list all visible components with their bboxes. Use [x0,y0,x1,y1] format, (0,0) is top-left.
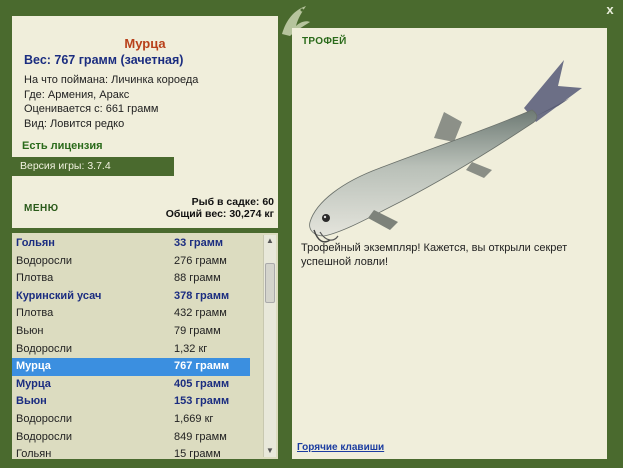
scroll-up-icon[interactable]: ▲ [264,235,276,247]
scroll-down-icon[interactable]: ▼ [264,445,276,457]
list-item[interactable]: Вьюн 153 грамм [12,393,250,411]
list-item-name: Мурца [16,360,51,373]
list-item-weight: 405 грамм [174,377,230,390]
list-item-weight: 79 грамм [174,325,221,337]
list-item-name: Водоросли [16,342,73,355]
list-item-name: Водоросли [16,254,73,267]
fish-image [309,60,582,243]
list-scrollbar[interactable]: ▲ ▼ [263,235,276,457]
list-item[interactable]: Водоросли 849 грамм [12,429,250,447]
list-item-weight: 378 грамм [174,289,230,302]
version-bar: Версия игры: 3.7.4 [12,157,174,176]
list-item-weight: 849 грамм [174,430,227,443]
hotkeys-link[interactable]: Горячие клавиши [297,442,384,453]
list-item-weight: 276 грамм [174,254,227,267]
catch-list: Гольян 33 грамм Водоросли 276 грамм Плотва 88… [12,233,278,459]
fish-details: На что поймана: Личинка короеда Где: Арм… [24,73,198,131]
list-item[interactable]: Плотва 88 грамм [12,270,250,288]
list-item-name: Плотва [16,307,54,320]
trophy-text: Трофейный экземпляр! Кажется, вы открыли… [301,242,568,268]
license-label: Есть лицензия [22,140,103,152]
list-item-weight: 153 грамм [174,395,230,408]
list-item[interactable]: Гольян 15 грамм [12,446,250,459]
close-button[interactable]: x [603,3,617,17]
list-item-name: Вьюн [16,395,47,408]
list-item[interactable]: Куринский усач 378 грамм [12,288,250,306]
list-item[interactable]: Водоросли 1,32 кг [12,341,250,359]
list-item-name: Мурца [16,377,51,390]
list-item[interactable]: Мурца 405 грамм [12,376,250,394]
fish-weight: Вес: 767 грамм (зачетная) [24,53,184,67]
place-line: Где: Армения, Аракс [24,88,130,101]
cage-total: Общий вес: 30,274 кг [165,208,274,220]
list-item-name: Вьюн [16,325,44,337]
scroll-thumb[interactable] [265,263,275,303]
list-item[interactable]: Водоросли 276 грамм [12,253,250,271]
list-item-weight: 88 грамм [174,272,221,285]
list-item[interactable]: Мурца 767 грамм [12,358,250,376]
value-line: Оценивается с: 661 грамм [24,103,159,115]
cage-summary: Рыб в садке: 60 Общий вес: 30,274 кг [166,196,274,220]
list-item-name: Гольян [16,237,55,249]
fish-name: Мурца [124,36,166,51]
trophy-panel: ТРОФЕЙ Трофейный экземпляр! Кажется, вы … [292,28,607,459]
list-item-weight: 33 грамм [174,237,223,249]
list-item-name: Водоросли [16,430,73,443]
fish-info-panel: Мурца Вес: 767 грамм (зачетная) На что п… [12,16,278,228]
list-item[interactable]: Гольян 33 грамм [12,235,250,253]
list-item-name: Куринский усач [16,289,102,302]
list-item[interactable]: Вьюн 79 грамм [12,323,250,341]
list-item-weight: 1,669 кг [174,413,214,425]
list-item-weight: 1,32 кг [174,342,208,355]
list-item[interactable]: Плотва 432 грамм [12,305,250,323]
bait-line: На что поймана: Личинка короеда [24,74,199,86]
list-item-weight: 432 грамм [174,307,227,320]
kind-line: Вид: Ловится редко [24,117,125,130]
cage-count: Рыб в садке: 60 [191,196,274,208]
list-item-weight: 767 грамм [174,360,230,373]
list-item-name: Гольян [16,448,52,459]
list-item[interactable]: Водоросли 1,669 кг [12,411,250,429]
menu-button[interactable]: МЕНЮ [24,203,59,214]
list-item-weight: 15 грамм [174,448,221,459]
list-item-name: Плотва [16,272,54,285]
list-item-name: Водоросли [16,413,73,425]
